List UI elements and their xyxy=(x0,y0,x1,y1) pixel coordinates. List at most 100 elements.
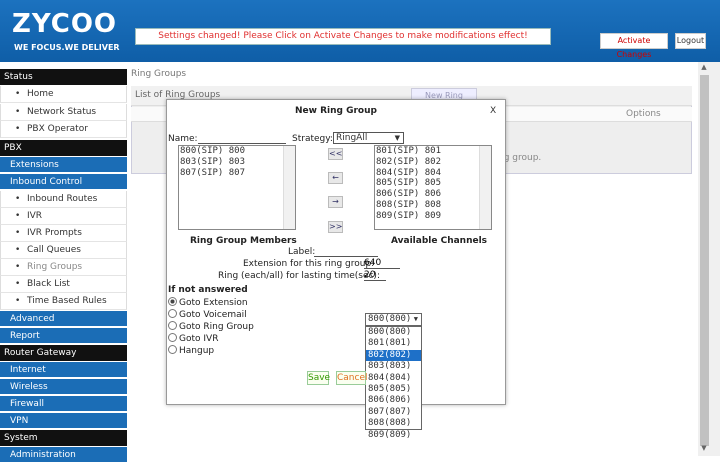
member-list-item[interactable]: 803(SIP) 803 xyxy=(179,157,295,168)
hangup-label: Hangup xyxy=(179,346,215,356)
options-column-header: Options xyxy=(626,109,661,119)
destination-value: 800(800) xyxy=(368,314,412,324)
destination-select[interactable]: 800(800) ▼ xyxy=(365,313,422,326)
sidebar-section-pbx[interactable]: PBX xyxy=(0,140,127,156)
sidebar-section-router-gateway[interactable]: Router Gateway xyxy=(0,345,127,361)
destination-option[interactable]: 809(809) xyxy=(366,430,421,441)
logout-button[interactable]: Logout xyxy=(675,33,706,49)
sidebar-item-ivr[interactable]: IVR xyxy=(0,208,127,225)
sidebar-item-home[interactable]: Home xyxy=(0,86,127,103)
radio-icon[interactable] xyxy=(168,345,177,354)
goto-extension-label: Goto Extension xyxy=(179,298,248,308)
extension-input[interactable] xyxy=(364,258,400,269)
move-all-right-button[interactable]: >> xyxy=(328,221,343,233)
activate-changes-button[interactable]: Activate Changes xyxy=(600,33,668,59)
extension-label: Extension for this ring group: xyxy=(243,259,375,269)
chevron-down-icon: ▼ xyxy=(394,134,400,142)
sidebar-item-time-based-rules[interactable]: Time Based Rules xyxy=(0,293,127,310)
sidebar-item-ring-groups[interactable]: Ring Groups xyxy=(0,259,127,276)
sidebar: Status Home Network Status PBX Operator … xyxy=(0,69,127,463)
scrollbar-thumb[interactable] xyxy=(700,75,709,446)
channel-list-item[interactable]: 802(SIP) 802 xyxy=(375,157,491,168)
destination-option[interactable]: 803(803) xyxy=(366,361,421,372)
destination-option[interactable]: 802(802) xyxy=(366,349,421,362)
sidebar-item-inbound-routes[interactable]: Inbound Routes xyxy=(0,191,127,208)
channel-list-item[interactable]: 806(SIP) 806 xyxy=(375,189,491,200)
radio-icon[interactable] xyxy=(168,321,177,330)
destination-option[interactable]: 801(801) xyxy=(366,338,421,349)
available-channels-list[interactable]: 801(SIP) 801 802(SIP) 802 804(SIP) 804 805(… xyxy=(374,145,492,230)
radio-icon[interactable] xyxy=(168,309,177,318)
destination-dropdown: 800(800) 801(801) 802(802) 803(803) 804(804)… xyxy=(365,326,422,440)
destination-option[interactable]: 806(806) xyxy=(366,395,421,406)
sidebar-item-advanced[interactable]: Advanced xyxy=(0,311,127,327)
settings-changed-notice: Settings changed! Please Click on Activa… xyxy=(135,28,551,45)
channel-list-item[interactable]: 808(SIP) 808 xyxy=(375,200,491,211)
destination-option[interactable]: 805(805) xyxy=(366,384,421,395)
goto-ring-group-option[interactable]: Goto Ring Group xyxy=(168,321,254,332)
destination-option[interactable]: 807(807) xyxy=(366,407,421,418)
dialog-close-button[interactable]: X xyxy=(490,106,496,116)
goto-voicemail-option[interactable]: Goto Voicemail xyxy=(168,309,247,320)
brand-logo: ZYCOO xyxy=(12,9,118,39)
sidebar-item-vpn[interactable]: VPN xyxy=(0,413,127,429)
label-input[interactable] xyxy=(314,246,378,257)
member-list-item[interactable]: 800(SIP) 800 xyxy=(179,146,295,157)
sidebar-item-internet[interactable]: Internet xyxy=(0,362,127,378)
member-list-item[interactable]: 807(SIP) 807 xyxy=(179,168,295,179)
name-input[interactable] xyxy=(198,133,286,144)
members-caption: Ring Group Members xyxy=(190,236,297,246)
channel-list-item[interactable]: 805(SIP) 805 xyxy=(375,178,491,189)
brand-tagline: WE FOCUS.WE DELIVER xyxy=(14,43,120,52)
sidebar-item-firewall[interactable]: Firewall xyxy=(0,396,127,412)
sidebar-item-wireless[interactable]: Wireless xyxy=(0,379,127,395)
sidebar-item-inbound-control[interactable]: Inbound Control xyxy=(0,174,127,190)
sidebar-item-ivr-prompts[interactable]: IVR Prompts xyxy=(0,225,127,242)
sidebar-item-administration[interactable]: Administration xyxy=(0,447,127,463)
radio-icon[interactable] xyxy=(168,333,177,342)
sidebar-item-call-queues[interactable]: Call Queues xyxy=(0,242,127,259)
goto-extension-option[interactable]: Goto Extension xyxy=(168,297,248,308)
ring-time-label: Ring (each/all) for lasting time(sec): xyxy=(218,271,380,281)
sidebar-item-network-status[interactable]: Network Status xyxy=(0,104,127,121)
radio-checked-icon[interactable] xyxy=(168,297,177,306)
if-not-answered-heading: If not answered xyxy=(168,285,248,295)
destination-option[interactable]: 808(808) xyxy=(366,418,421,429)
move-all-left-button[interactable]: << xyxy=(328,148,343,160)
channel-list-item[interactable]: 804(SIP) 804 xyxy=(375,168,491,179)
strategy-value: RingAll xyxy=(336,133,368,143)
dialog-title: New Ring Group xyxy=(295,106,377,116)
goto-ivr-option[interactable]: Goto IVR xyxy=(168,333,218,344)
channels-caption: Available Channels xyxy=(391,236,488,246)
name-label: Name: xyxy=(168,134,198,144)
channel-list-item[interactable]: 801(SIP) 801 xyxy=(375,146,491,157)
scroll-down-arrow-icon[interactable]: ▼ xyxy=(698,444,710,454)
goto-ring-group-label: Goto Ring Group xyxy=(179,322,254,332)
sidebar-section-system[interactable]: System xyxy=(0,430,127,446)
sidebar-item-pbx-operator[interactable]: PBX Operator xyxy=(0,121,127,138)
list-scrollbar[interactable] xyxy=(479,146,491,229)
sidebar-section-status[interactable]: Status xyxy=(0,69,127,85)
destination-option[interactable]: 804(804) xyxy=(366,373,421,384)
scroll-up-arrow-icon[interactable]: ▲ xyxy=(698,63,710,73)
strategy-select[interactable]: RingAll ▼ xyxy=(333,132,404,144)
strategy-label: Strategy: xyxy=(292,134,333,144)
save-button[interactable]: Save xyxy=(307,371,330,385)
sidebar-item-report[interactable]: Report xyxy=(0,328,127,344)
goto-ivr-label: Goto IVR xyxy=(179,334,219,344)
ring-time-input[interactable] xyxy=(364,270,386,281)
destination-option[interactable]: 800(800) xyxy=(366,327,421,338)
label-field-label: Label: xyxy=(288,247,316,257)
ring-group-members-list[interactable]: 800(SIP) 800 803(SIP) 803 807(SIP) 807 xyxy=(178,145,296,230)
channel-list-item[interactable]: 809(SIP) 809 xyxy=(375,211,491,222)
chevron-down-icon: ▼ xyxy=(413,315,418,323)
sidebar-item-extensions[interactable]: Extensions xyxy=(0,157,127,173)
goto-voicemail-label: Goto Voicemail xyxy=(179,310,247,320)
move-left-button[interactable]: ← xyxy=(328,172,343,184)
breadcrumb: Ring Groups xyxy=(131,69,187,79)
list-scrollbar[interactable] xyxy=(283,146,295,229)
sidebar-item-black-list[interactable]: Black List xyxy=(0,276,127,293)
cancel-button[interactable]: Cancel xyxy=(336,371,368,385)
move-right-button[interactable]: → xyxy=(328,196,343,208)
hangup-option[interactable]: Hangup xyxy=(168,345,214,356)
